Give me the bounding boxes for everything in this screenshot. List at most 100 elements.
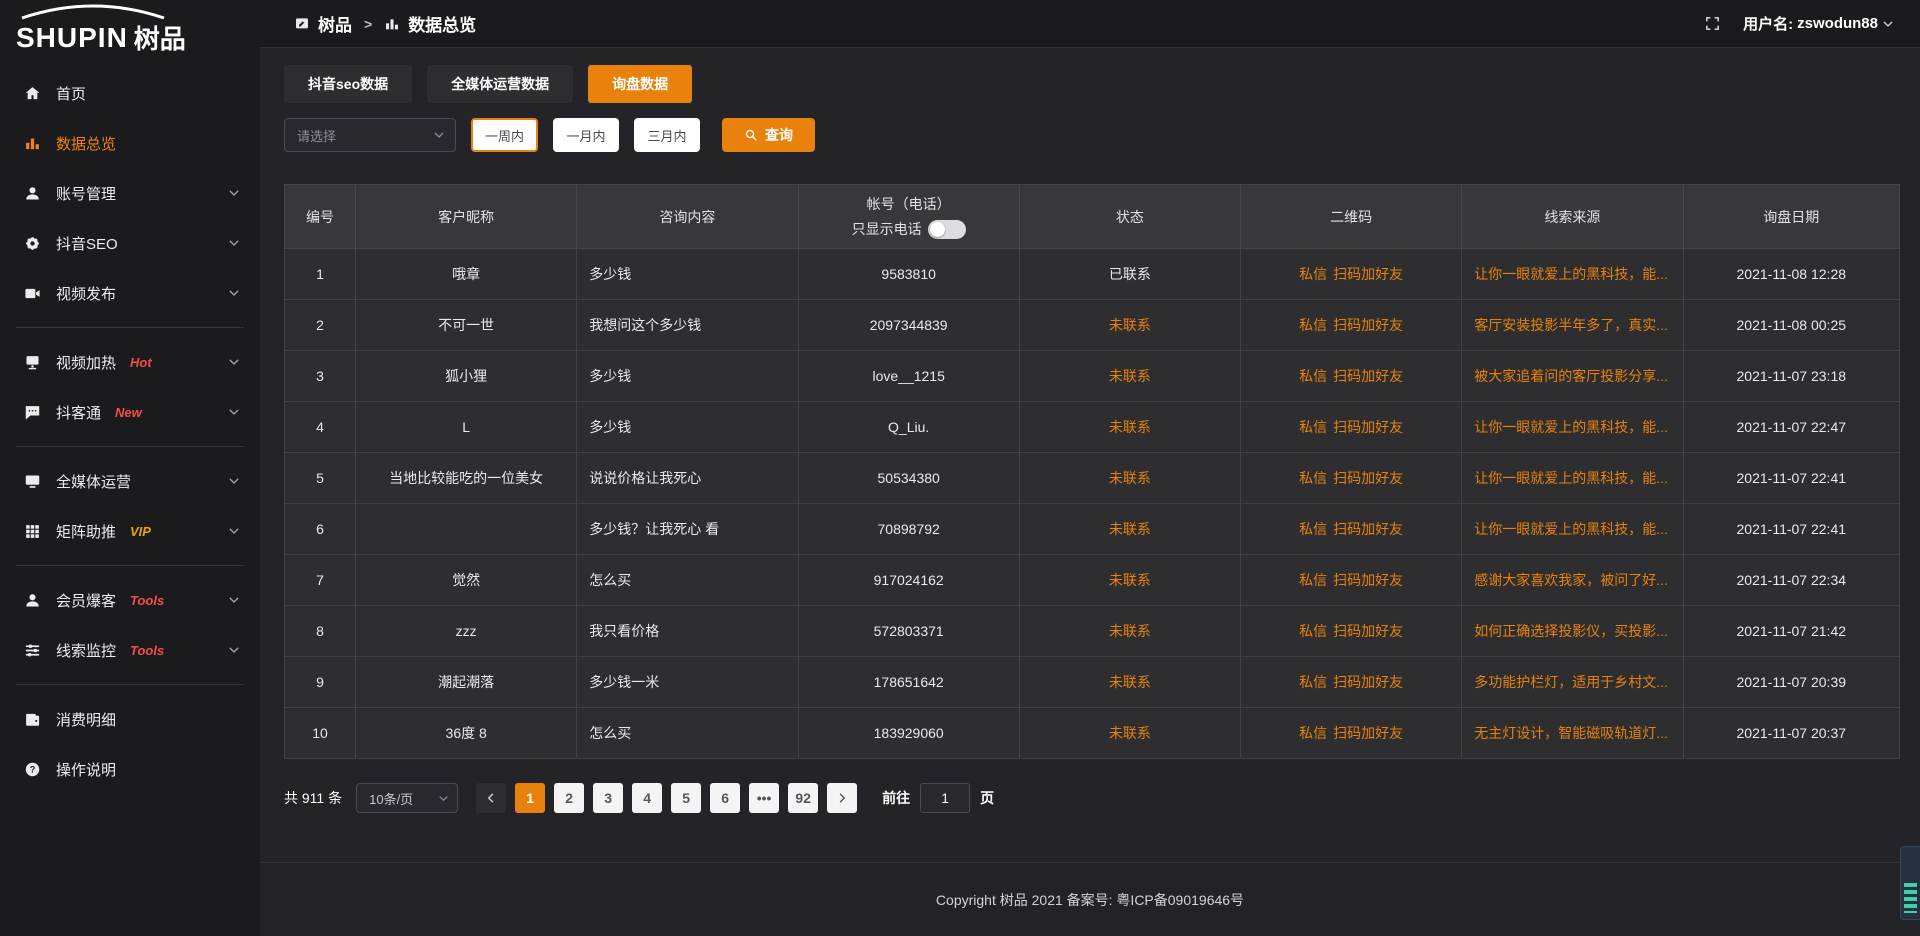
topbar: 树品 > 数据总览 用户名: zswodun88: [260, 0, 1920, 48]
query-button[interactable]: 查询: [722, 118, 815, 152]
page-button-3[interactable]: 3: [593, 783, 623, 813]
cell-no: 10: [285, 708, 356, 759]
cell-account: love__1215: [798, 351, 1019, 402]
cell-status: 未联系: [1019, 453, 1240, 504]
page-button-92[interactable]: 92: [788, 783, 818, 813]
sidebar-item-media-operation[interactable]: 全媒体运营: [0, 456, 260, 506]
source-link[interactable]: 多功能护栏灯，适用于乡村文...: [1474, 674, 1668, 690]
cell-account: 70898792: [798, 504, 1019, 555]
status-badge: 未联系: [1109, 317, 1151, 333]
page-button-5[interactable]: 5: [671, 783, 701, 813]
page-button-4[interactable]: 4: [632, 783, 662, 813]
qr-action-link[interactable]: 私信: [1299, 317, 1327, 333]
more-pages-button[interactable]: •••: [749, 783, 779, 813]
cell-qrcode: 私信扫码加好友: [1241, 453, 1462, 504]
qr-action-link[interactable]: 扫码加好友: [1333, 725, 1403, 741]
sidebar-item-video-publish[interactable]: 视频发布: [0, 268, 260, 318]
source-link[interactable]: 让你一眼就爱上的黑科技，能...: [1474, 521, 1668, 537]
next-page-button[interactable]: [827, 783, 857, 813]
cell-date: 2021-11-07 22:34: [1683, 555, 1899, 606]
tab-douyin-seo-data[interactable]: 抖音seo数据: [284, 65, 412, 103]
qr-action-link[interactable]: 扫码加好友: [1333, 623, 1403, 639]
period-button-three-month[interactable]: 三月内: [634, 118, 700, 152]
qr-action-link[interactable]: 扫码加好友: [1333, 521, 1403, 537]
breadcrumb-app[interactable]: 树品: [318, 11, 352, 36]
chevron-down-icon: [228, 475, 240, 487]
qr-action-link[interactable]: 私信: [1299, 368, 1327, 384]
phone-only-toggle[interactable]: [928, 220, 966, 239]
qr-action-link[interactable]: 私信: [1299, 572, 1327, 588]
cell-no: 2: [285, 300, 356, 351]
page-button-2[interactable]: 2: [554, 783, 584, 813]
cell-date: 2021-11-07 22:41: [1683, 453, 1899, 504]
source-link[interactable]: 如何正确选择投影仪，买投影...: [1474, 623, 1668, 639]
prev-page-button[interactable]: [476, 783, 506, 813]
chevron-down-icon: [438, 793, 449, 804]
pagination: 共 911 条 10条/页 123456•••92 前往 页: [284, 783, 1900, 813]
sidebar-item-doukatong[interactable]: 抖客通New: [0, 387, 260, 437]
sidebar-item-data-overview[interactable]: 数据总览: [0, 118, 260, 168]
qr-action-link[interactable]: 扫码加好友: [1333, 572, 1403, 588]
period-button-one-week[interactable]: 一周内: [471, 118, 538, 152]
page-size-select[interactable]: 10条/页: [356, 783, 458, 813]
sidebar-item-clue-monitor[interactable]: 线索监控Tools: [0, 625, 260, 675]
qr-action-link[interactable]: 私信: [1299, 521, 1327, 537]
qr-action-link[interactable]: 私信: [1299, 674, 1327, 690]
cell-no: 4: [285, 402, 356, 453]
account-select[interactable]: 请选择: [284, 118, 456, 152]
page-size-value: 10条/页: [369, 789, 413, 808]
breadcrumb-page: 数据总览: [408, 11, 476, 36]
source-link[interactable]: 被大家追着问的客厅投影分享...: [1474, 368, 1668, 384]
sidebar-item-member-baoke[interactable]: 会员爆客Tools: [0, 575, 260, 625]
qr-action-link[interactable]: 扫码加好友: [1333, 368, 1403, 384]
chevron-down-icon: [228, 406, 240, 418]
qr-action-link[interactable]: 扫码加好友: [1333, 419, 1403, 435]
fullscreen-icon[interactable]: [1704, 15, 1721, 32]
source-link[interactable]: 感谢大家喜欢我家，被问了好...: [1474, 572, 1668, 588]
source-link[interactable]: 让你一眼就爱上的黑科技，能...: [1474, 266, 1668, 282]
qr-action-link[interactable]: 私信: [1299, 623, 1327, 639]
tab-inquiry-data[interactable]: 询盘数据: [588, 65, 692, 103]
source-link[interactable]: 无主灯设计，智能磁吸轨道灯...: [1474, 725, 1668, 741]
sidebar-item-home[interactable]: 首页: [0, 68, 260, 118]
qr-action-link[interactable]: 私信: [1299, 470, 1327, 486]
sidebar-item-label: 数据总览: [56, 133, 116, 154]
cell-account: Q_Liu.: [798, 402, 1019, 453]
chevron-down-icon: [433, 129, 445, 141]
sidebar-item-matrix-boost[interactable]: 矩阵助推VIP: [0, 506, 260, 556]
cell-qrcode: 私信扫码加好友: [1241, 708, 1462, 759]
sidebar-item-douyin-seo[interactable]: 抖音SEO: [0, 218, 260, 268]
qr-action-link[interactable]: 私信: [1299, 419, 1327, 435]
heat-icon: [24, 354, 41, 371]
cell-date: 2021-11-07 21:42: [1683, 606, 1899, 657]
column-header-inquiry: 咨询内容: [577, 185, 798, 249]
qr-action-link[interactable]: 扫码加好友: [1333, 674, 1403, 690]
total-count: 共 911 条: [284, 788, 342, 808]
source-link[interactable]: 让你一眼就爱上的黑科技，能...: [1474, 419, 1668, 435]
goto-page-input[interactable]: [920, 783, 970, 813]
page-button-6[interactable]: 6: [710, 783, 740, 813]
source-link[interactable]: 客厅安装投影半年多了，真实...: [1474, 317, 1668, 333]
chevron-down-icon: [1882, 18, 1894, 30]
page-button-1[interactable]: 1: [515, 783, 545, 813]
logo[interactable]: SHUPIN 树品: [0, 0, 260, 60]
floating-widget[interactable]: [1900, 846, 1920, 920]
period-button-one-month[interactable]: 一月内: [553, 118, 619, 152]
sidebar-item-operation-guide[interactable]: ?操作说明: [0, 744, 260, 794]
qr-action-link[interactable]: 扫码加好友: [1333, 317, 1403, 333]
cell-status: 未联系: [1019, 504, 1240, 555]
svg-text:?: ?: [30, 764, 36, 774]
qr-action-link[interactable]: 扫码加好友: [1333, 266, 1403, 282]
home-icon: [24, 85, 41, 102]
qr-action-link[interactable]: 私信: [1299, 266, 1327, 282]
user-menu[interactable]: 用户名: zswodun88: [1743, 13, 1894, 34]
source-link[interactable]: 让你一眼就爱上的黑科技，能...: [1474, 470, 1668, 486]
qr-action-link[interactable]: 私信: [1299, 725, 1327, 741]
sidebar-item-consumption-detail[interactable]: 消费明细: [0, 694, 260, 744]
sidebar-item-account-management[interactable]: 账号管理: [0, 168, 260, 218]
sidebar-item-label: 矩阵助推: [56, 521, 116, 542]
sidebar-item-video-heat[interactable]: 视频加热Hot: [0, 337, 260, 387]
cell-source: 多功能护栏灯，适用于乡村文...: [1462, 657, 1683, 708]
tab-media-data[interactable]: 全媒体运营数据: [427, 65, 573, 103]
qr-action-link[interactable]: 扫码加好友: [1333, 470, 1403, 486]
